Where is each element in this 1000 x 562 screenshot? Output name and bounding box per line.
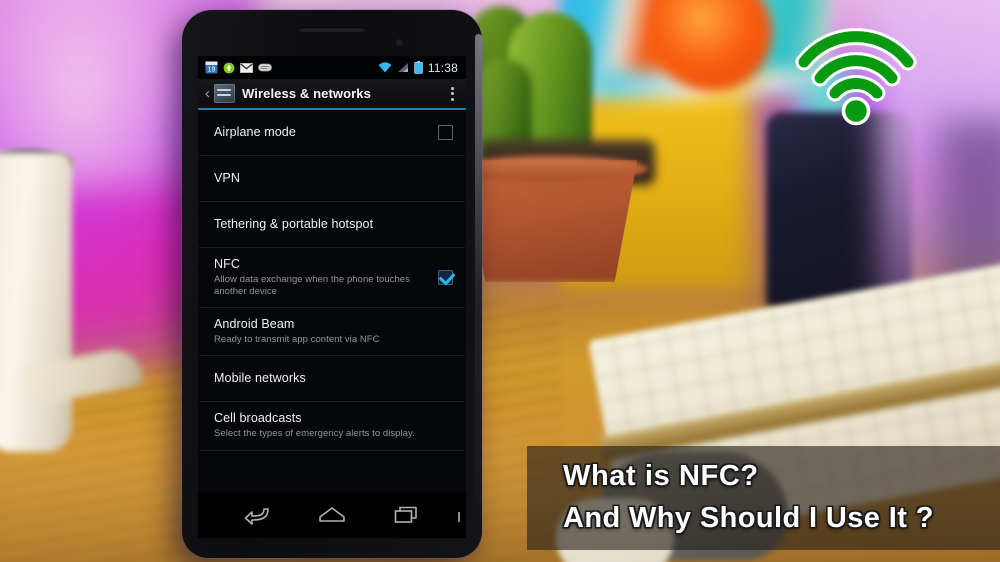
- wifi-signal-icon: [378, 62, 392, 73]
- airplane-mode-checkbox[interactable]: [438, 125, 453, 140]
- caption-banner: What is NFC? And Why Should I Use It ?: [527, 446, 1000, 550]
- caption-line-1: What is NFC?: [563, 460, 759, 492]
- gmail-icon: [240, 62, 253, 73]
- settings-row-subtitle: Allow data exchange when the phone touch…: [214, 274, 410, 298]
- settings-row-android-beam[interactable]: Android Beam Ready to transmit app conte…: [199, 308, 465, 357]
- android-navigation-bar: [198, 492, 466, 538]
- settings-row-tethering[interactable]: Tethering & portable hotspot: [199, 202, 465, 248]
- settings-row-title: NFC: [214, 257, 240, 271]
- settings-row-title: Android Beam: [214, 317, 295, 332]
- overflow-menu-icon[interactable]: [444, 84, 460, 104]
- settings-row-title: Mobile networks: [214, 371, 306, 386]
- status-bar: 19 11:38: [198, 56, 466, 79]
- phone-sensor: [396, 39, 403, 46]
- settings-row-subtitle: Select the types of emergency alerts to …: [214, 428, 415, 440]
- android-update-icon: [223, 62, 235, 73]
- page-title: Wireless & networks: [242, 86, 371, 101]
- settings-row-mobile-networks[interactable]: Mobile networks: [199, 356, 465, 403]
- wifi-logo: [795, 28, 917, 126]
- caption-line-2: And Why Should I Use It ?: [563, 502, 934, 534]
- back-button[interactable]: [244, 505, 270, 525]
- phone-earpiece: [299, 27, 365, 32]
- settings-row-title: Tethering & portable hotspot: [214, 217, 374, 231]
- svg-text:19: 19: [208, 67, 216, 74]
- phone-bezel-highlight: [475, 34, 482, 504]
- messaging-icon: [258, 63, 272, 71]
- phone-screen: 19 11:38 ‹ Wireless & networks Airplane …: [198, 56, 466, 492]
- wireless-settings-icon: [214, 84, 235, 103]
- nfc-checkbox[interactable]: [438, 270, 453, 286]
- settings-row-airplane-mode[interactable]: Airplane mode: [199, 110, 465, 156]
- home-button[interactable]: [318, 505, 346, 525]
- battery-icon: [414, 61, 423, 74]
- settings-list: Airplane mode VPN Tethering & portable h…: [198, 110, 466, 492]
- settings-row-title: VPN: [214, 171, 241, 185]
- status-bar-clock: 11:38: [427, 60, 458, 75]
- calendar-icon: 19: [205, 61, 218, 74]
- wifi-logo-dot: [841, 96, 871, 126]
- settings-row-title: Cell broadcasts: [214, 411, 302, 426]
- action-bar: ‹ Wireless & networks: [198, 79, 466, 110]
- nav-bar-indicator: [458, 512, 460, 522]
- settings-row-title: Airplane mode: [214, 125, 296, 139]
- status-bar-system: 11:38: [378, 61, 458, 75]
- settings-row-subtitle: Ready to transmit app content via NFC: [214, 334, 380, 346]
- recents-button[interactable]: [394, 505, 420, 525]
- settings-row-vpn[interactable]: VPN: [199, 156, 465, 202]
- status-bar-notifications: 19: [205, 61, 272, 74]
- settings-row-nfc[interactable]: NFC Allow data exchange when the phone t…: [199, 248, 465, 309]
- settings-row-cell-broadcasts[interactable]: Cell broadcasts Select the types of emer…: [199, 402, 465, 451]
- background-mug: [0, 152, 72, 452]
- smartphone: 19 11:38 ‹ Wireless & networks Airplane …: [182, 10, 482, 558]
- screenshot-root: 19 11:38 ‹ Wireless & networks Airplane …: [0, 0, 1000, 562]
- settings-list-empty-space: [199, 450, 465, 492]
- cell-signal-icon: [397, 63, 408, 72]
- back-chevron-icon[interactable]: ‹: [203, 86, 212, 101]
